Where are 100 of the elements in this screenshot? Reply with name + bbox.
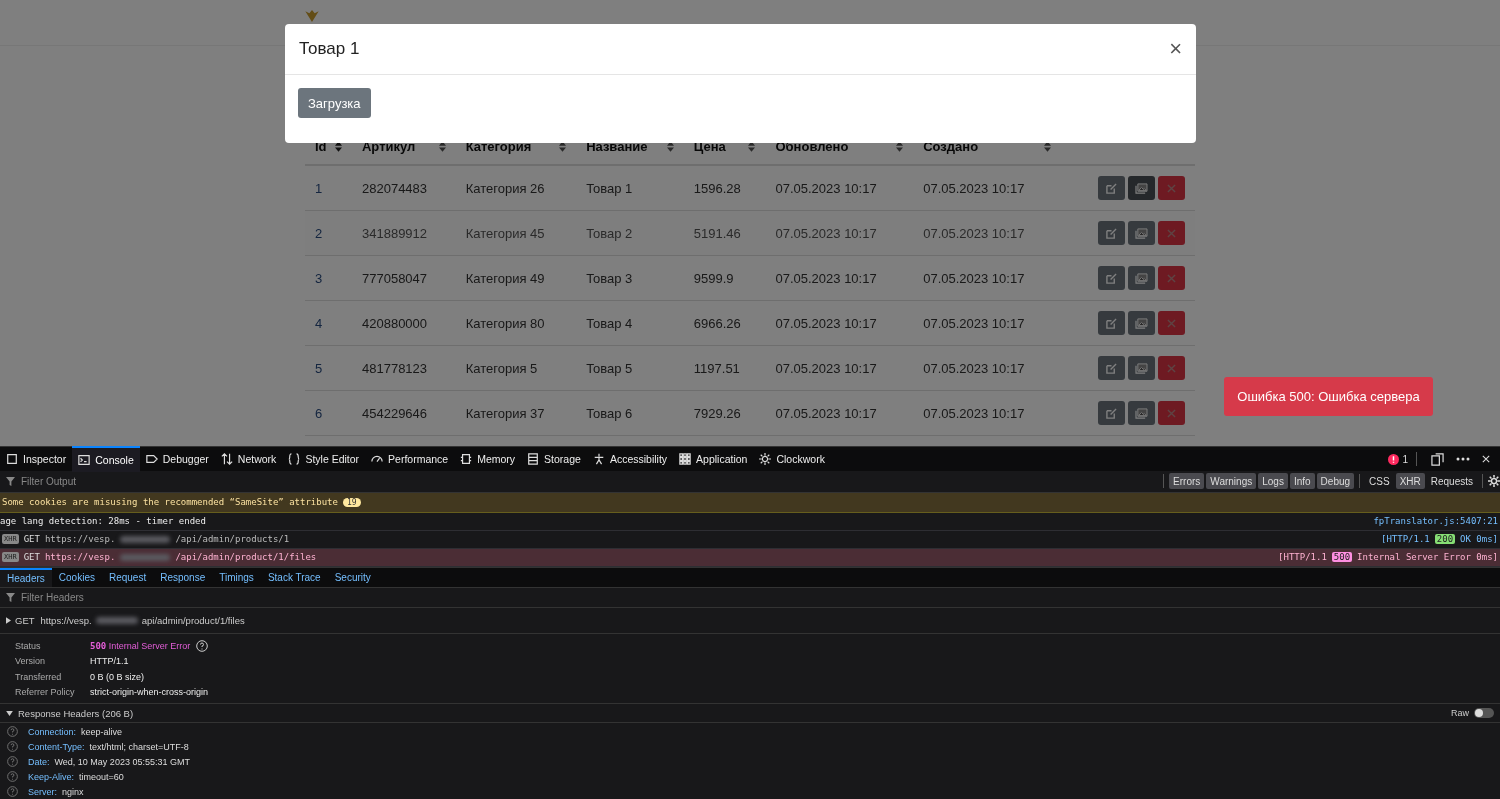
upload-button[interactable]: Загрузка <box>298 88 371 118</box>
collapse-icon[interactable] <box>6 710 13 716</box>
images-button[interactable] <box>1128 266 1155 290</box>
section-title: Response Headers (206 B) <box>18 707 134 719</box>
filter-button[interactable]: Requests <box>1426 473 1477 490</box>
filter-icon <box>6 476 15 486</box>
more-icon[interactable] <box>1456 457 1470 461</box>
edit-icon <box>1106 182 1117 194</box>
settings-icon[interactable] <box>1488 475 1500 488</box>
filter-field[interactable]: Filter Headers <box>19 590 1500 604</box>
devtools-tab[interactable]: Application <box>673 447 754 471</box>
cross-icon <box>1167 318 1176 328</box>
table-row[interactable]: 3 777058047 Категория 49 Товар 3 9599.9 07.05.2023 10:17 07.05.2023 10:17 <box>305 255 1195 301</box>
edit-button[interactable] <box>1098 176 1125 200</box>
filter-button[interactable]: Logs <box>1258 473 1288 490</box>
detail-tab[interactable]: Response <box>153 567 213 587</box>
detail-tab[interactable]: Headers <box>0 567 52 587</box>
table-cell: 07.05.2023 10:17 <box>913 210 1061 256</box>
expand-icon[interactable] <box>6 616 11 624</box>
table-cell: 07.05.2023 10:17 <box>913 255 1061 301</box>
table-row[interactable]: 1 282074483 Категория 26 Товар 1 1596.28 07.05.2023 10:17 07.05.2023 10:17 <box>305 165 1195 211</box>
devtools-tab[interactable]: Memory <box>454 447 522 471</box>
message-text: age lang detection: 28ms - timer ended <box>0 516 206 527</box>
table-row[interactable]: 4 420880000 Категория 80 Товар 4 6966.26 07.05.2023 10:17 07.05.2023 10:17 <box>305 300 1195 346</box>
devtools-tab[interactable]: Network <box>214 447 283 471</box>
person-icon <box>592 453 605 465</box>
table-cell: Товар 4 <box>576 300 684 346</box>
edit-button[interactable] <box>1098 401 1125 425</box>
filter-field[interactable]: Filter Output <box>19 474 1159 488</box>
request-method: GET <box>15 614 35 626</box>
table-row[interactable]: 6 454229646 Категория 37 Товар 6 7929.26 07.05.2023 10:17 07.05.2023 10:17 <box>305 390 1195 436</box>
close-icon[interactable] <box>1482 454 1490 464</box>
table-row[interactable]: 2 341889912 Категория 45 Товар 2 5191.46 07.05.2023 10:17 07.05.2023 10:17 <box>305 210 1195 256</box>
edit-icon <box>1106 317 1117 329</box>
cross-icon <box>1167 363 1176 373</box>
table-cell: 07.05.2023 10:17 <box>913 300 1061 346</box>
filter-button[interactable]: Debug <box>1316 473 1355 490</box>
images-icon <box>1135 182 1148 194</box>
detail-tab[interactable]: Timings <box>212 567 261 587</box>
sort-icon <box>748 141 756 152</box>
images-icon <box>1135 227 1148 239</box>
table-cell: 481778123 <box>352 345 456 391</box>
help-icon[interactable] <box>196 639 209 652</box>
header-name: Date: <box>28 756 50 767</box>
edit-button[interactable] <box>1098 311 1125 335</box>
sort-icon <box>1043 141 1051 152</box>
storage-icon <box>527 453 540 465</box>
request-url: /api/admin/product/1/files <box>175 552 317 563</box>
images-button[interactable] <box>1128 221 1155 245</box>
table-cell: Категория 5 <box>455 345 577 391</box>
protocol-text: [HTTP/1.1 <box>1381 534 1430 545</box>
filter-button[interactable]: Info <box>1289 473 1315 490</box>
filter-button[interactable]: XHR <box>1395 473 1425 490</box>
images-button[interactable] <box>1128 176 1155 200</box>
detail-tab[interactable]: Request <box>101 567 154 587</box>
images-icon <box>1135 317 1148 329</box>
devtools-tab[interactable]: Console <box>72 446 140 472</box>
devtools-tab[interactable]: Inspector <box>0 447 73 471</box>
cross-icon <box>1167 273 1176 283</box>
table-cell: 07.05.2023 10:17 <box>765 300 914 346</box>
filter-button[interactable]: Errors <box>1169 473 1205 490</box>
devtools-tab[interactable]: Storage <box>521 447 587 471</box>
images-button[interactable] <box>1128 311 1155 335</box>
warning-message[interactable]: Some cookies are misusing the recommended “SameSite” attribute 19 <box>0 492 1500 513</box>
redacted-text <box>120 553 171 561</box>
edit-button[interactable] <box>1098 221 1125 245</box>
devtools-tab[interactable]: Clockwork <box>753 447 831 471</box>
close-button[interactable]: × <box>1169 36 1182 62</box>
table-cell: Товар 5 <box>576 345 684 391</box>
images-icon <box>1135 362 1148 374</box>
filter-button[interactable]: Warnings <box>1206 473 1257 490</box>
dock-icon[interactable] <box>1431 452 1444 466</box>
images-button[interactable] <box>1128 356 1155 380</box>
modal-title: Товар 1 <box>299 39 360 59</box>
table-cell: 341889912 <box>352 210 456 256</box>
status-value: 500 Internal Server Error <box>90 640 191 651</box>
sort-icon <box>896 141 904 152</box>
detail-tab[interactable]: Stack Trace <box>260 567 328 587</box>
table-row[interactable]: 5 481778123 Категория 5 Товар 5 1197.51 07.05.2023 10:17 07.05.2023 10:17 <box>305 345 1195 391</box>
images-button[interactable] <box>1128 401 1155 425</box>
protocol-text: [HTTP/1.1 <box>1278 552 1327 563</box>
sort-icon <box>438 141 446 152</box>
devtools-tab[interactable]: Debugger <box>139 447 215 471</box>
field-value: HTTP/1.1 <box>90 656 129 667</box>
devtools-tab[interactable]: Performance <box>365 447 455 471</box>
table-cell: 07.05.2023 10:17 <box>765 210 914 256</box>
source-link[interactable]: fpTranslator.js:5407:21 <box>1373 516 1498 527</box>
detail-tab[interactable]: Cookies <box>51 567 102 587</box>
detail-tab[interactable]: Security <box>327 567 378 587</box>
table-cell: 07.05.2023 10:17 <box>765 165 914 211</box>
raw-toggle[interactable] <box>1474 708 1494 719</box>
edit-button[interactable] <box>1098 356 1125 380</box>
devtools-tab[interactable]: Accessibility <box>586 447 674 471</box>
filter-button[interactable]: CSS <box>1365 473 1394 490</box>
edit-button[interactable] <box>1098 266 1125 290</box>
table-cell: 07.05.2023 10:17 <box>913 165 1061 211</box>
devtools-tab[interactable]: Style Editor <box>282 447 366 471</box>
field-label: Status <box>14 640 42 651</box>
inspector-icon <box>6 453 18 465</box>
message-text: Some cookies are misusing the recommended “SameSite” attribute <box>2 497 338 508</box>
